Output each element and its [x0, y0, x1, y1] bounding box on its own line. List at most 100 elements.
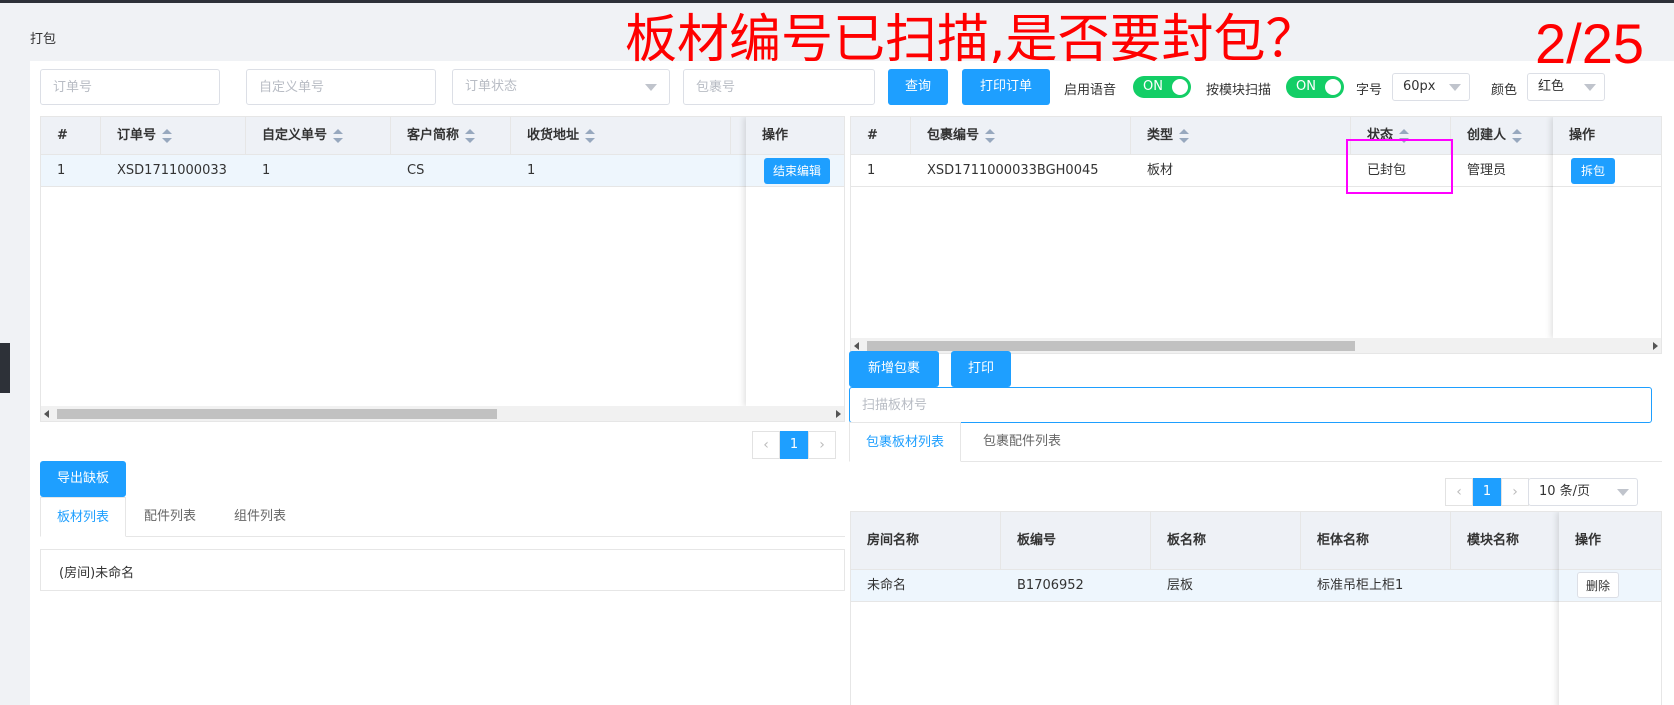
tab-accessories[interactable]: 配件列表 — [128, 497, 212, 537]
scroll-left-icon[interactable] — [44, 410, 49, 418]
col-cabinet: 柜体名称 — [1301, 512, 1451, 570]
cell-cabinet: 标准吊柜上柜1 — [1317, 578, 1404, 593]
cell-creator: 管理员 — [1467, 163, 1507, 178]
col-index: # — [41, 117, 101, 155]
panel-title: 打包 — [30, 32, 57, 47]
table-row[interactable]: 未命名 B1706952 层板 标准吊柜上柜1 — [851, 570, 1661, 602]
cell-module — [1451, 570, 1467, 602]
cell-room: 未命名 — [867, 578, 907, 593]
col-custom-no-label: 自定义单号 — [262, 128, 328, 143]
packages-table-header: # 包裹编号 类型 状态 创建人 — [851, 117, 1661, 155]
toggle-knob — [1172, 79, 1188, 95]
col-index: # — [851, 117, 911, 155]
cell-customer: CS — [407, 163, 425, 178]
col-action: 操作 — [1559, 512, 1661, 570]
color-value: 红色 — [1538, 79, 1565, 94]
scroll-right-icon[interactable] — [1653, 342, 1658, 350]
board-list: (房间)未命名 — [40, 549, 845, 591]
page-size-select[interactable]: 10 条/页 — [1528, 478, 1638, 506]
boards-table-header: 房间名称 板编号 板名称 柜体名称 模块名称 — [851, 512, 1661, 570]
scan-board-input[interactable] — [849, 387, 1652, 423]
tab-boards[interactable]: 板材列表 — [40, 497, 127, 537]
color-select[interactable]: 红色 — [1527, 73, 1605, 101]
add-package-button[interactable]: 新增包裹 — [849, 351, 939, 387]
page: 打包 订单状态 查询 打印订单 启用语音 ON 按模块扫描 ON 字号 — [0, 3, 1674, 705]
col-type-label: 类型 — [1147, 128, 1174, 143]
right-tabs: 包裹板材列表 包裹配件列表 — [849, 422, 1662, 462]
module-scan-toggle-state: ON — [1296, 79, 1316, 94]
list-item[interactable]: (房间)未命名 — [59, 562, 134, 581]
sort-icon[interactable] — [585, 128, 596, 143]
col-type[interactable]: 类型 — [1131, 117, 1351, 155]
col-package-no-label: 包裹编号 — [927, 128, 980, 143]
end-edit-button[interactable]: 结束编辑 — [764, 158, 830, 184]
scroll-right-icon[interactable] — [836, 410, 841, 418]
page-current[interactable]: 1 — [780, 431, 808, 459]
status-highlight-box — [1346, 139, 1453, 194]
orders-table-header: # 订单号 自定义单号 客户简称 收货地址 — [41, 117, 844, 155]
order-no-input[interactable] — [40, 69, 220, 105]
print-button[interactable]: 打印 — [951, 351, 1011, 387]
col-package-no[interactable]: 包裹编号 — [911, 117, 1131, 155]
orders-scrollbar[interactable] — [41, 406, 844, 421]
scan-counter: 2/25 — [1535, 12, 1644, 75]
next-page-icon[interactable]: › — [808, 431, 836, 459]
col-customer[interactable]: 客户简称 — [391, 117, 511, 155]
sort-icon[interactable] — [1179, 128, 1190, 143]
prev-page-icon[interactable]: ‹ — [752, 431, 780, 459]
sort-icon[interactable] — [985, 128, 996, 143]
export-missing-button[interactable]: 导出缺板 — [40, 461, 126, 497]
col-custom-no[interactable]: 自定义单号 — [246, 117, 391, 155]
table-row[interactable]: 1 XSD1711000033BGH0045 板材 已封包 管理员 — [851, 155, 1661, 187]
voice-toggle-state: ON — [1143, 79, 1163, 94]
chevron-down-icon — [645, 84, 657, 91]
scroll-left-icon[interactable] — [854, 342, 859, 350]
col-board-no: 板编号 — [1001, 512, 1151, 570]
col-customer-label: 客户简称 — [407, 128, 460, 143]
sort-icon[interactable] — [162, 128, 173, 143]
packing-panel: 打包 订单状态 查询 打印订单 启用语音 ON 按模块扫描 ON 字号 — [30, 6, 1674, 705]
cell-package-no: XSD1711000033BGH0045 — [927, 163, 1099, 178]
sort-icon[interactable] — [465, 128, 476, 143]
col-address-label: 收货地址 — [527, 128, 580, 143]
prev-page-icon[interactable]: ‹ — [1445, 478, 1473, 506]
col-order-no[interactable]: 订单号 — [101, 117, 246, 155]
unpack-button[interactable]: 拆包 — [1571, 158, 1615, 184]
print-order-button[interactable]: 打印订单 — [962, 69, 1050, 105]
cell-board-no: B1706952 — [1017, 578, 1084, 593]
tab-package-accessories[interactable]: 包裹配件列表 — [967, 422, 1077, 462]
action-cell: 删除 — [1559, 570, 1661, 602]
chevron-down-icon — [1449, 84, 1461, 91]
cell-address: 1 — [527, 163, 536, 178]
scroll-thumb[interactable] — [57, 409, 497, 419]
col-action: 操作 — [746, 117, 844, 155]
orders-fixed-action-col: 操作 结束编辑 — [746, 117, 844, 407]
table-row[interactable]: 1 XSD1711000033 1 CS 1 — [41, 155, 844, 187]
col-creator[interactable]: 创建人 — [1451, 117, 1563, 155]
font-size-select[interactable]: 60px — [1392, 73, 1470, 101]
orders-table: # 订单号 自定义单号 客户简称 收货地址 1 XSD1711000033 1 … — [40, 116, 845, 422]
voice-toggle[interactable]: ON — [1133, 76, 1191, 98]
tab-components[interactable]: 组件列表 — [218, 497, 302, 537]
page-current[interactable]: 1 — [1473, 478, 1501, 506]
order-status-select[interactable]: 订单状态 — [452, 69, 670, 105]
chevron-down-icon — [1617, 489, 1629, 496]
sort-icon[interactable] — [1512, 128, 1523, 143]
scroll-thumb[interactable] — [867, 341, 1355, 351]
custom-no-input[interactable] — [246, 69, 436, 105]
toggle-knob — [1325, 79, 1341, 95]
package-no-input[interactable] — [683, 69, 875, 105]
query-button[interactable]: 查询 — [888, 69, 948, 105]
sort-icon[interactable] — [333, 128, 344, 143]
delete-button[interactable]: 删除 — [1577, 572, 1619, 598]
cell-custom-no: 1 — [262, 163, 271, 178]
boards-table: 房间名称 板编号 板名称 柜体名称 模块名称 未命名 B1706952 层板 标… — [850, 511, 1662, 705]
col-address[interactable]: 收货地址 — [511, 117, 731, 155]
next-page-icon[interactable]: › — [1501, 478, 1529, 506]
tab-package-boards[interactable]: 包裹板材列表 — [849, 422, 962, 462]
order-status-placeholder: 订单状态 — [465, 79, 518, 94]
module-scan-toggle[interactable]: ON — [1286, 76, 1344, 98]
col-module: 模块名称 — [1451, 512, 1563, 570]
module-scan-label: 按模块扫描 — [1206, 83, 1272, 98]
action-cell: 结束编辑 — [746, 155, 844, 187]
